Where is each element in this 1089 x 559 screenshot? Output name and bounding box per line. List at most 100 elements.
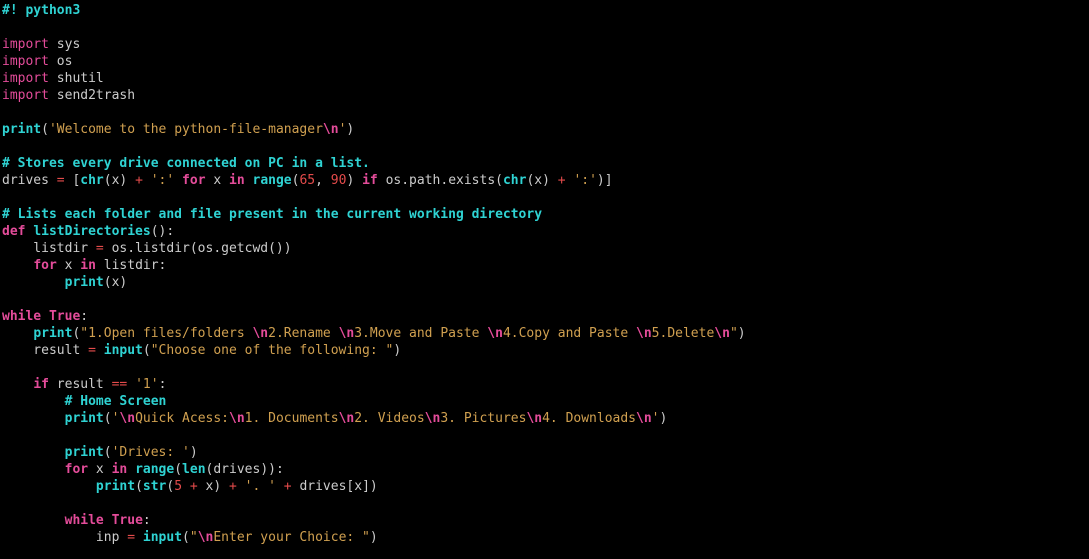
code-line[interactable] xyxy=(2,138,1087,155)
code-token xyxy=(2,326,33,341)
code-token xyxy=(2,394,65,409)
code-line[interactable]: if result == '1': xyxy=(2,376,1087,393)
code-editor-content[interactable]: #! python3 import sysimport osimport shu… xyxy=(0,0,1089,548)
code-line[interactable]: import shutil xyxy=(2,70,1087,87)
code-token: os xyxy=(49,54,72,69)
code-token: (): xyxy=(151,224,174,239)
code-token: "Choose one of the following: " xyxy=(151,343,394,358)
code-token: str xyxy=(143,479,166,494)
code-line[interactable]: print('Welcome to the python-file-manage… xyxy=(2,121,1087,138)
code-line[interactable] xyxy=(2,189,1087,206)
code-token: ':' xyxy=(573,173,596,188)
code-line[interactable] xyxy=(2,19,1087,36)
code-token: listDirectories xyxy=(33,224,150,239)
code-line[interactable] xyxy=(2,291,1087,308)
code-token: import xyxy=(2,37,49,52)
code-token xyxy=(2,445,65,460)
code-token: [ xyxy=(65,173,81,188)
code-token: "1.Open files/folders xyxy=(80,326,252,341)
code-token: = xyxy=(88,343,96,358)
code-token xyxy=(182,479,190,494)
code-token: os.path.exists( xyxy=(378,173,503,188)
code-token: 90 xyxy=(331,173,347,188)
code-token: : xyxy=(80,309,88,324)
code-token: : xyxy=(143,513,151,528)
code-token: # Lists each folder and file present in … xyxy=(2,207,542,222)
code-token xyxy=(276,479,284,494)
code-token: range xyxy=(253,173,292,188)
code-line[interactable]: # Stores every drive connected on PC in … xyxy=(2,155,1087,172)
code-token: 3. Pictures xyxy=(440,411,526,426)
code-token: x xyxy=(57,258,80,273)
code-line[interactable]: # Lists each folder and file present in … xyxy=(2,206,1087,223)
code-token: listdir xyxy=(2,241,96,256)
code-line[interactable]: result = input("Choose one of the follow… xyxy=(2,342,1087,359)
code-token: result xyxy=(2,343,88,358)
code-token: + xyxy=(284,479,292,494)
code-token xyxy=(135,530,143,545)
code-line[interactable]: print('\nQuick Acess:\n1. Documents\n2. … xyxy=(2,410,1087,427)
code-line[interactable]: listdir = os.listdir(os.getcwd()) xyxy=(2,240,1087,257)
code-token: \n xyxy=(339,326,355,341)
code-token: in xyxy=(229,173,245,188)
code-token: ) xyxy=(660,411,668,426)
code-token: range xyxy=(135,462,174,477)
code-token: : xyxy=(159,377,167,392)
code-line[interactable]: while True: xyxy=(2,308,1087,325)
code-token: # Home Screen xyxy=(65,394,167,409)
code-line[interactable]: inp = input("\nEnter your Choice: ") xyxy=(2,529,1087,546)
code-token: ( xyxy=(104,445,112,460)
code-token: + xyxy=(229,479,237,494)
code-token: import xyxy=(2,54,49,69)
code-token: 1. Documents xyxy=(245,411,339,426)
code-token: 5.Delete xyxy=(652,326,715,341)
code-token: shutil xyxy=(49,71,104,86)
code-line[interactable] xyxy=(2,427,1087,444)
code-token: \n xyxy=(252,326,268,341)
code-token xyxy=(96,343,104,358)
code-line[interactable]: for x in range(len(drives)): xyxy=(2,461,1087,478)
code-token: == xyxy=(112,377,128,392)
code-line[interactable]: def listDirectories(): xyxy=(2,223,1087,240)
code-token: + xyxy=(135,173,143,188)
code-token: = xyxy=(127,530,135,545)
code-line[interactable]: #! python3 xyxy=(2,2,1087,19)
code-token: while xyxy=(65,513,104,528)
code-token: def xyxy=(2,224,25,239)
code-token: \n xyxy=(339,411,355,426)
code-token xyxy=(174,173,182,188)
code-line[interactable] xyxy=(2,495,1087,512)
code-token xyxy=(237,479,245,494)
code-line[interactable]: import os xyxy=(2,53,1087,70)
code-token: x xyxy=(206,173,229,188)
code-token: inp xyxy=(2,530,127,545)
code-line[interactable]: while True: xyxy=(2,512,1087,529)
code-line[interactable]: drives = [chr(x) + ':' for x in range(65… xyxy=(2,172,1087,189)
code-line[interactable]: print(str(5 + x) + '. ' + drives[x]) xyxy=(2,478,1087,495)
code-token: listdir: xyxy=(96,258,166,273)
code-token: in xyxy=(112,462,128,477)
code-line[interactable] xyxy=(2,104,1087,121)
code-line[interactable]: print('Drives: ') xyxy=(2,444,1087,461)
code-token: \n xyxy=(425,411,441,426)
code-line[interactable]: for x in listdir: xyxy=(2,257,1087,274)
code-token: chr xyxy=(80,173,103,188)
code-token: for xyxy=(65,462,88,477)
code-line[interactable]: import send2trash xyxy=(2,87,1087,104)
code-token: '. ' xyxy=(245,479,276,494)
code-token: ':' xyxy=(151,173,174,188)
code-token: '1' xyxy=(135,377,158,392)
code-line[interactable]: print(x) xyxy=(2,274,1087,291)
code-line[interactable]: import sys xyxy=(2,36,1087,53)
code-token: if xyxy=(362,173,378,188)
code-token: " xyxy=(190,530,198,545)
code-line[interactable]: # Home Screen xyxy=(2,393,1087,410)
code-line[interactable] xyxy=(2,359,1087,376)
code-token: 3.Move and Paste xyxy=(354,326,487,341)
code-token: = xyxy=(57,173,65,188)
code-token: for xyxy=(182,173,205,188)
code-token: True xyxy=(112,513,143,528)
code-token xyxy=(2,377,33,392)
code-token: ( xyxy=(143,343,151,358)
code-line[interactable]: print("1.Open files/folders \n2.Rename \… xyxy=(2,325,1087,342)
